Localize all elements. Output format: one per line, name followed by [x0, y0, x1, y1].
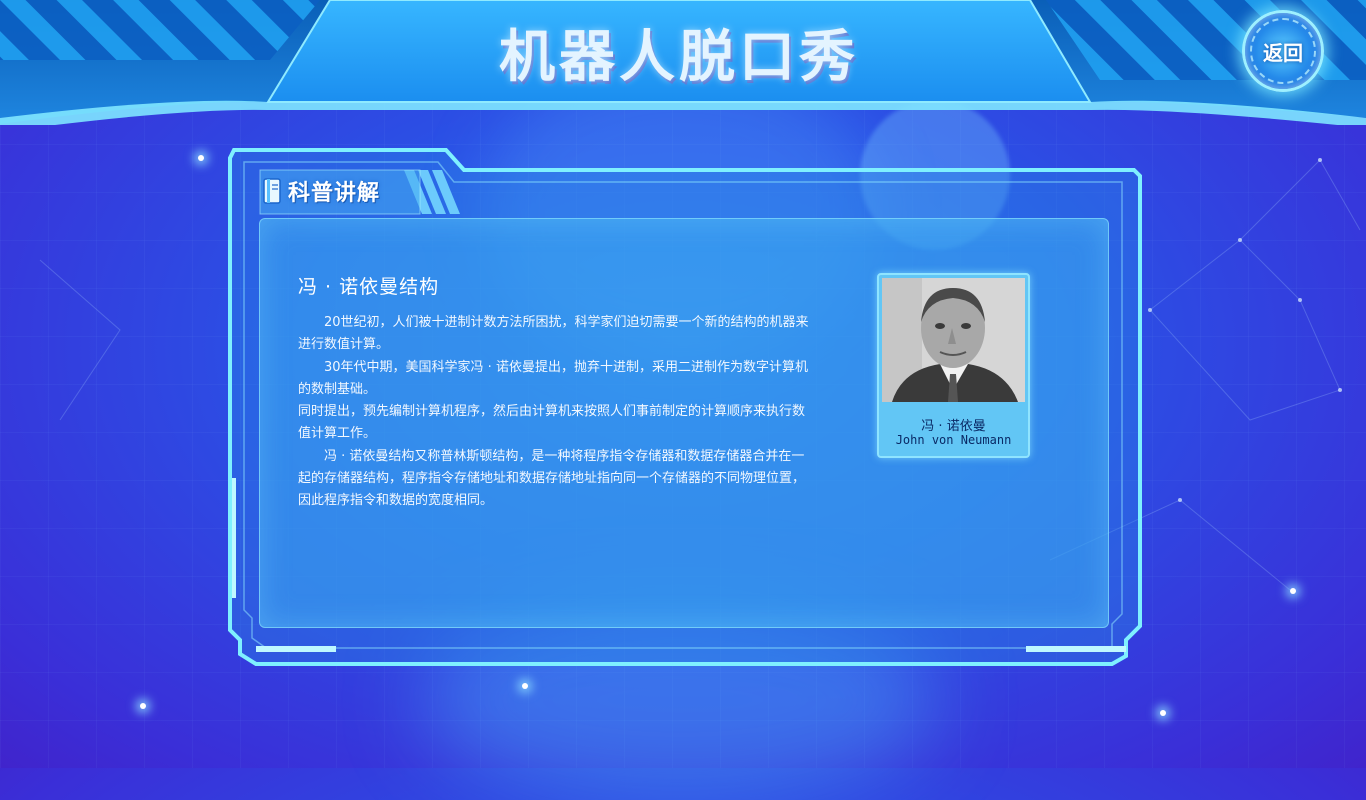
article-body: 20世纪初，人们被十进制计数方法所困扰，科学家们迫切需要一个新的结构的机器来进行… — [298, 312, 812, 513]
article-paragraph: 30年代中期，美国科学家冯 · 诺依曼提出，抛弃十进制，采用二进制作为数字计算机… — [298, 359, 808, 397]
back-button-label: 返回 — [1263, 40, 1303, 65]
sparkle — [140, 703, 146, 709]
portrait-card: 冯 · 诺依曼 John von Neumann — [877, 273, 1030, 458]
article-paragraph: 冯 · 诺依曼结构又称普林斯顿结构，是一种将程序指令存储器和数据存储器合并在一起… — [298, 448, 806, 509]
sparkle — [522, 683, 528, 689]
back-button[interactable]: 返回 — [1242, 10, 1324, 92]
sparkle — [1290, 588, 1296, 594]
title-area: 机器人脱口秀 — [268, 0, 1090, 105]
article-paragraph: 同时提出，预先编制计算机程序，然后由计算机来按照人们事前制定的计算顺序来执行数值… — [298, 404, 806, 442]
section-tab: 科普讲解 — [262, 172, 380, 210]
portrait-photo — [882, 278, 1025, 402]
book-icon — [263, 178, 281, 204]
article-title: 冯 · 诺依曼结构 — [298, 276, 440, 298]
sparkle — [198, 155, 204, 161]
sparkle — [1160, 710, 1166, 716]
page-title: 机器人脱口秀 — [499, 25, 859, 90]
portrait-caption-en: John von Neumann — [895, 433, 1012, 447]
portrait-caption-cn: 冯 · 诺依曼 — [921, 419, 986, 434]
section-label: 科普讲解 — [288, 181, 381, 206]
article-paragraph: 20世纪初，人们被十进制计数方法所困扰，科学家们迫切需要一个新的结构的机器来进行… — [298, 315, 809, 353]
